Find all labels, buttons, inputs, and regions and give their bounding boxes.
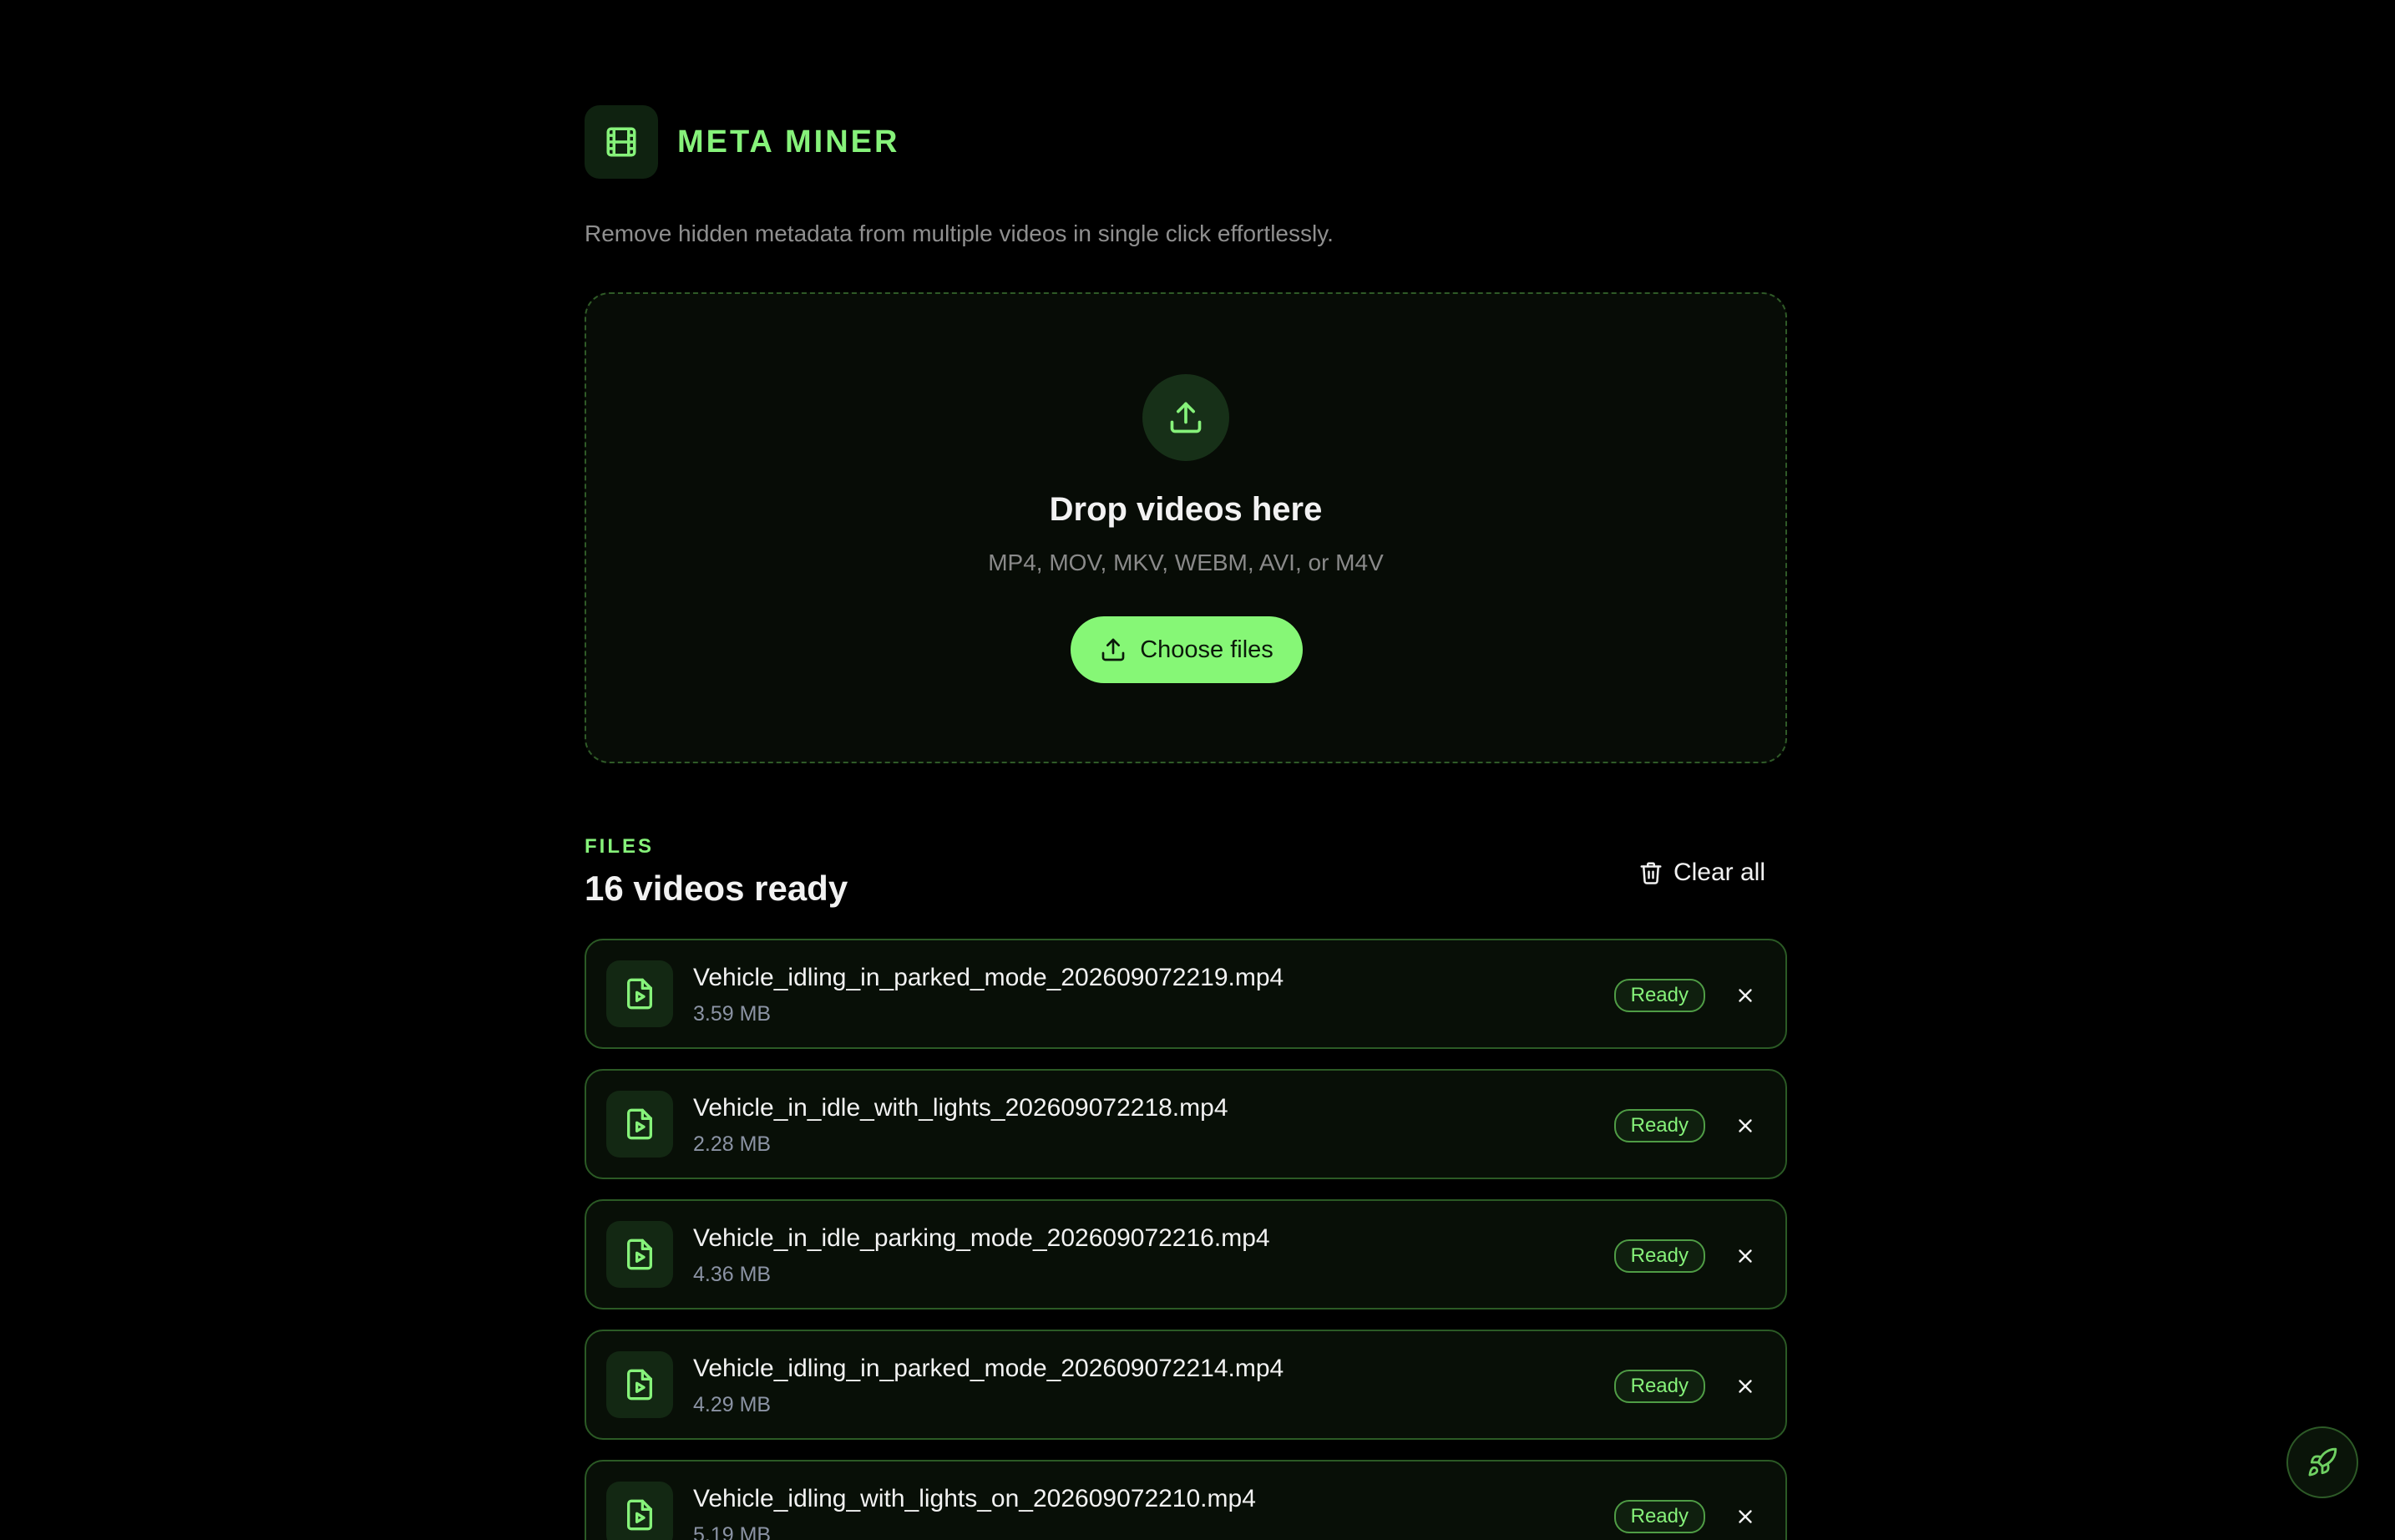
remove-file-button[interactable] (1730, 1502, 1760, 1532)
remove-file-button[interactable] (1730, 1111, 1760, 1141)
brand-header: META MINER (585, 105, 1787, 179)
upload-icon-circle (1142, 374, 1229, 461)
video-file-icon (627, 1239, 652, 1270)
file-icon-box (606, 1091, 673, 1158)
file-row: Vehicle_in_idle_parking_mode_20260907221… (585, 1199, 1787, 1310)
files-count: 16 videos ready (585, 869, 848, 908)
file-row: Vehicle_idling_in_parked_mode_2026090722… (585, 939, 1787, 1049)
file-size: 5.19 MB (693, 1523, 772, 1540)
file-size: 2.28 MB (693, 1132, 772, 1156)
clear-all-label: Clear all (1673, 859, 1765, 886)
status-badge: Ready (1613, 1239, 1705, 1273)
app-tagline: Remove hidden metadata from multiple vid… (585, 220, 1334, 246)
files-header: FILES 16 videos ready Clear all (585, 835, 1787, 939)
file-row: Vehicle_in_idle_with_lights_202609072218… (585, 1069, 1787, 1179)
app-page: META MINER Remove hidden metadata from m… (0, 0, 2395, 1540)
choose-files-label: Choose files (1140, 636, 1273, 663)
upload-icon (1101, 638, 1125, 661)
choose-files-button[interactable]: Choose files (1071, 616, 1303, 683)
remove-file-button[interactable] (1730, 980, 1760, 1011)
file-name: Vehicle_idling_in_parked_mode_2026090722… (693, 1355, 1284, 1382)
video-file-icon (627, 1108, 652, 1140)
file-name: Vehicle_in_idle_parking_mode_20260907221… (693, 1224, 1270, 1252)
file-row: Vehicle_idling_with_lights_on_2026090722… (585, 1460, 1787, 1540)
upload-icon (1170, 402, 1202, 433)
file-icon-box (606, 960, 673, 1027)
main-container: META MINER Remove hidden metadata from m… (585, 105, 1787, 1540)
file-list: Vehicle_idling_in_parked_mode_2026090722… (585, 939, 1787, 1540)
file-icon-box (606, 1351, 673, 1418)
file-name: Vehicle_in_idle_with_lights_202609072218… (693, 1094, 1228, 1122)
file-size: 4.29 MB (693, 1393, 772, 1416)
video-dropzone[interactable]: Drop videos here MP4, MOV, MKV, WEBM, AV… (585, 292, 1787, 763)
video-file-icon (627, 1369, 652, 1401)
app-title: META MINER (677, 124, 900, 160)
dropzone-formats: MP4, MOV, MKV, WEBM, AVI, or M4V (988, 550, 1384, 575)
file-size: 4.36 MB (693, 1263, 772, 1286)
rocket-action-button[interactable] (2286, 1426, 2358, 1498)
remove-file-button[interactable] (1730, 1241, 1760, 1271)
status-badge: Ready (1613, 1500, 1705, 1533)
status-badge: Ready (1613, 1370, 1705, 1403)
close-icon (1739, 1249, 1752, 1263)
file-size: 3.59 MB (693, 1002, 772, 1026)
file-name: Vehicle_idling_with_lights_on_2026090722… (693, 1485, 1256, 1512)
close-icon (1739, 989, 1752, 1002)
video-file-icon (627, 1499, 652, 1531)
clear-all-button[interactable]: Clear all (1638, 859, 1765, 887)
film-icon (606, 127, 636, 157)
remove-file-button[interactable] (1730, 1371, 1760, 1401)
file-icon-box (606, 1221, 673, 1288)
file-icon-box (606, 1482, 673, 1540)
video-file-icon (627, 978, 652, 1010)
file-name: Vehicle_idling_in_parked_mode_2026090722… (693, 964, 1284, 991)
trash-icon (1640, 862, 1662, 884)
status-badge: Ready (1613, 979, 1705, 1012)
logo-badge (585, 105, 658, 179)
status-badge: Ready (1613, 1109, 1705, 1142)
files-section-label: FILES (585, 835, 655, 858)
close-icon (1739, 1119, 1752, 1132)
dropzone-title: Drop videos here (1049, 491, 1323, 528)
file-row: Vehicle_idling_in_parked_mode_2026090722… (585, 1330, 1787, 1440)
rocket-icon (2308, 1447, 2337, 1477)
close-icon (1739, 1510, 1752, 1523)
close-icon (1739, 1380, 1752, 1393)
